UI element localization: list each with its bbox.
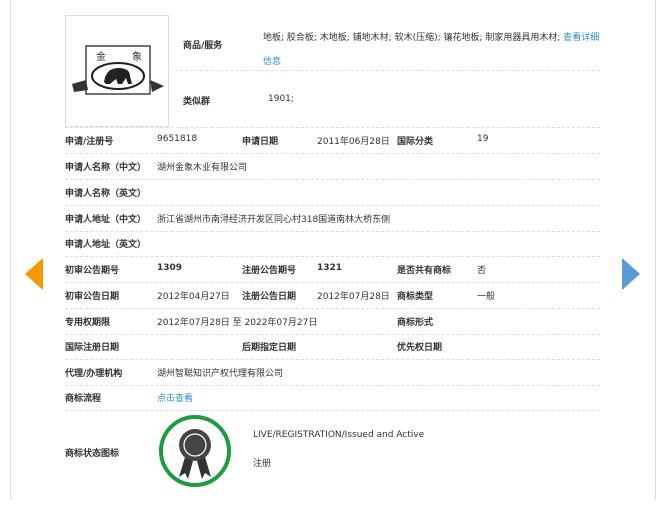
field-label: 商标类型 bbox=[397, 292, 434, 302]
field-label: 申请/注册号 bbox=[65, 137, 114, 147]
status-cn: 注册 bbox=[253, 459, 272, 469]
field-label: 注册公告日期 bbox=[242, 292, 297, 302]
next-arrow-icon[interactable] bbox=[622, 258, 640, 290]
field-label: 初审公告期号 bbox=[65, 266, 120, 276]
row-divider bbox=[65, 153, 600, 154]
field-label: 注册公告期号 bbox=[242, 266, 297, 276]
row-divider bbox=[65, 282, 600, 283]
field-label: 专用权期限 bbox=[65, 318, 111, 328]
prev-arrow-icon[interactable] bbox=[25, 258, 43, 290]
row-divider bbox=[65, 308, 600, 309]
field-label: 申请日期 bbox=[242, 137, 279, 147]
field-value: 浙江省湖州市南浔经济开发区同心村318国道南林大桥东侧 bbox=[157, 215, 391, 225]
field-value: 湖州智聪知识产权代理有限公司 bbox=[157, 369, 284, 379]
status-label: 商标状态图标 bbox=[65, 449, 120, 459]
svg-text:象: 象 bbox=[132, 51, 142, 63]
field-label: 申请人地址（中文） bbox=[65, 215, 147, 225]
view-process-link[interactable]: 点击查看 bbox=[157, 391, 193, 404]
field-label: 商标形式 bbox=[397, 318, 434, 328]
field-value: 2012年07月28日 至 2022年07月27日 bbox=[157, 318, 318, 328]
field-value: 2012年07月28日 bbox=[317, 292, 390, 302]
field-label: 申请人地址（英文） bbox=[65, 240, 147, 250]
row-divider bbox=[65, 410, 600, 411]
field-label: 商标流程 bbox=[65, 394, 102, 404]
field-label: 初审公告日期 bbox=[65, 292, 120, 302]
trademark-image: 金 象 bbox=[65, 15, 169, 127]
logo-char: 金 bbox=[96, 50, 106, 63]
row-divider bbox=[65, 205, 600, 206]
row-divider bbox=[65, 385, 600, 386]
field-value: 9651818 bbox=[157, 134, 198, 144]
field-label: 国际注册日期 bbox=[65, 343, 120, 353]
field-value: 湖州金象木业有限公司 bbox=[157, 163, 248, 173]
field-value: 1309 bbox=[157, 263, 183, 273]
status-en: LIVE/REGISTRATION/Issued and Active bbox=[253, 430, 425, 440]
row-divider bbox=[65, 334, 600, 335]
field-label: 国际分类 bbox=[397, 137, 434, 147]
row-divider bbox=[65, 179, 600, 180]
goods-value: 地板; 胶合板; 木地板; 铺地木材; 软木(压缩); 镶花地板; 制家用器具用… bbox=[263, 33, 600, 67]
row-divider bbox=[65, 256, 600, 257]
field-label: 申请人名称（中文） bbox=[65, 163, 147, 173]
field-label: 优先权日期 bbox=[397, 343, 443, 353]
field-value: 2011年06月28日 bbox=[317, 137, 390, 147]
field-value: 1321 bbox=[317, 263, 343, 273]
field-value: 2012年04月27日 bbox=[157, 292, 230, 302]
field-label: 代理/办理机构 bbox=[65, 369, 123, 379]
similar-label: 类似群 bbox=[183, 97, 211, 107]
field-value: 一般 bbox=[477, 292, 496, 302]
similar-value: 1901; bbox=[268, 94, 294, 104]
field-label: 是否共有商标 bbox=[397, 266, 452, 276]
field-value: 否 bbox=[477, 266, 487, 276]
field-value: 19 bbox=[477, 134, 489, 144]
row-divider bbox=[65, 359, 600, 360]
status-icon bbox=[157, 413, 233, 492]
row-divider bbox=[65, 231, 600, 232]
field-label: 后期指定日期 bbox=[242, 343, 297, 353]
field-label: 申请人名称（英文） bbox=[65, 189, 147, 199]
goods-label: 商品/服务 bbox=[183, 41, 223, 51]
